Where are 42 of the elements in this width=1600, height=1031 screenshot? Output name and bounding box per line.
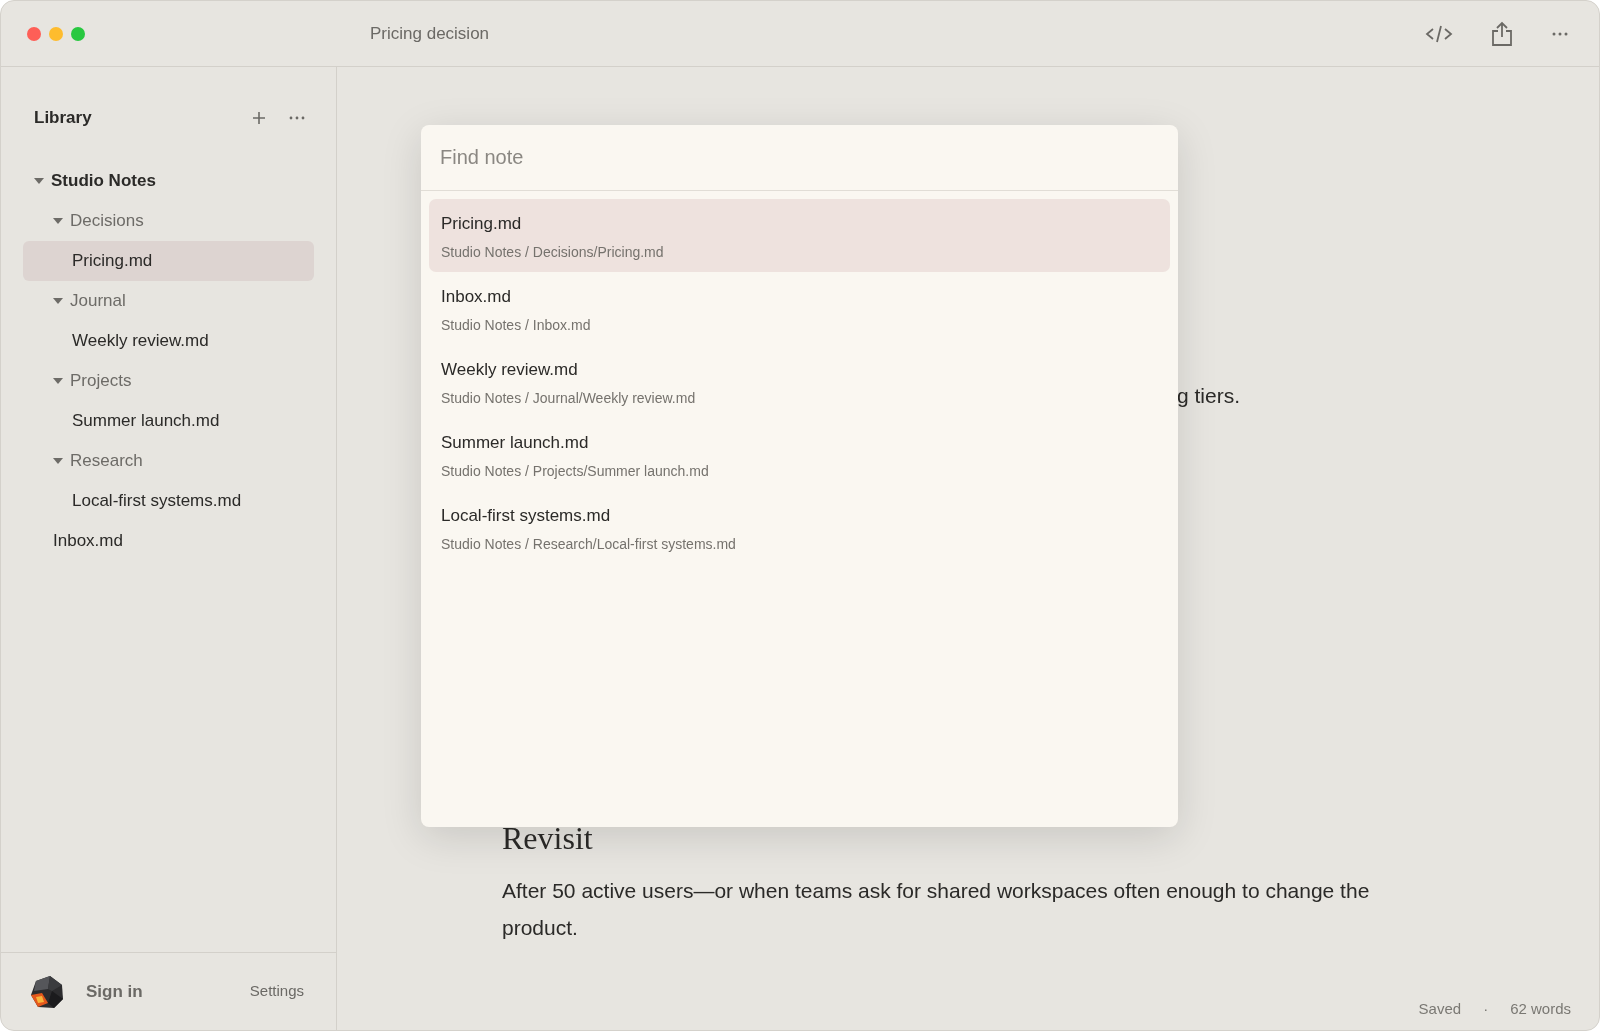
search-result[interactable]: Local-first systems.md Studio Notes / Research/Local-first systems.md: [429, 491, 1170, 564]
folder-label[interactable]: Projects: [70, 368, 132, 394]
settings-link[interactable]: Settings: [249, 980, 304, 1003]
result-path: Studio Notes / Journal/Weekly review.md: [441, 388, 697, 408]
search-result[interactable]: Inbox.md Studio Notes / Inbox.md: [429, 272, 1170, 345]
caret-icon[interactable]: [52, 217, 64, 225]
word-count: 62 words: [1510, 998, 1571, 1019]
result-title: Summer launch.md: [441, 432, 590, 454]
sidebar-title: Library: [34, 107, 93, 130]
note-item[interactable]: Inbox.md: [23, 521, 314, 561]
result-path: Studio Notes / Projects/Summer launch.md: [441, 461, 710, 481]
close-button[interactable]: [27, 26, 41, 41]
caret-icon[interactable]: [52, 297, 64, 305]
search-result[interactable]: Weekly review.md Studio Notes / Journal/Weekly review.md: [429, 345, 1170, 418]
search-result[interactable]: Summer launch.md Studio Notes / Projects/Summer launch.md: [429, 418, 1170, 491]
result-path: Studio Notes / Research/Local-first systems.md: [441, 534, 737, 554]
note-item[interactable]: Summer launch.md: [23, 401, 314, 441]
result-title: Inbox.md: [441, 286, 512, 308]
note-item[interactable]: Pricing.md: [23, 241, 314, 281]
section-heading: Revisit: [502, 820, 593, 856]
separator: ·: [1483, 998, 1489, 1019]
note-item[interactable]: Local-first systems.md: [23, 481, 314, 521]
caret-icon[interactable]: [52, 377, 64, 385]
folder-label[interactable]: Journal: [70, 288, 126, 314]
search-field[interactable]: Find note: [421, 125, 1178, 191]
caret-icon[interactable]: [33, 177, 45, 185]
window-title: Pricing decision: [370, 22, 490, 45]
result-title: Weekly review.md: [441, 359, 579, 381]
note-item[interactable]: Weekly review.md: [23, 321, 314, 361]
folder-label[interactable]: Decisions: [70, 208, 144, 234]
body-text: g tiers.: [1177, 384, 1241, 407]
caret-icon[interactable]: [52, 457, 64, 465]
folder-label[interactable]: Research: [70, 448, 143, 474]
result-title: Pricing.md: [441, 213, 523, 235]
result-path: Studio Notes / Inbox.md: [441, 315, 592, 335]
body-text: After 50 active users—or when teams ask for shared workspaces often enough to change the product.: [502, 878, 1371, 941]
sign-in-link[interactable]: Sign in: [86, 978, 250, 1005]
folder-label[interactable]: Studio Notes: [51, 168, 156, 194]
result-title: Local-first systems.md: [441, 505, 612, 527]
search-result[interactable]: Pricing.md Studio Notes / Decisions/Pricing.md: [429, 199, 1170, 272]
save-status: Saved: [1418, 998, 1462, 1019]
result-path: Studio Notes / Decisions/Pricing.md: [441, 242, 665, 262]
